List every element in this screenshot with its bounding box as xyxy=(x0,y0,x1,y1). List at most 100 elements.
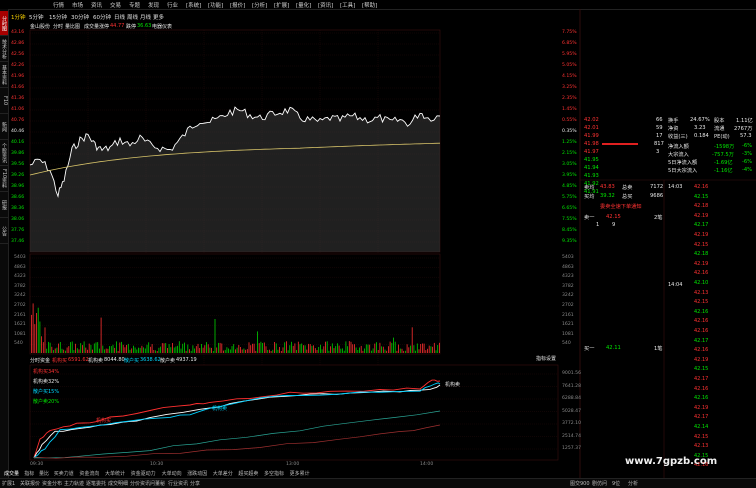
status-main-track[interactable]: 主力轨迹 xyxy=(64,480,84,487)
volume-bar xyxy=(292,345,294,353)
status-trade-detail[interactable]: 成交明细 xyxy=(108,480,128,487)
volume-bar xyxy=(337,343,338,353)
volume-bar xyxy=(263,342,265,353)
volume-tick-right: 5403 xyxy=(562,255,574,260)
tick-price: 42.16 xyxy=(694,270,709,277)
bottom-tab[interactable]: 多空指标 xyxy=(264,470,284,477)
sell-vol-4: 59 xyxy=(656,125,663,131)
volume-bar xyxy=(175,346,177,353)
status-fund-dist[interactable]: 资金分布 xyxy=(42,480,62,487)
volume-bar xyxy=(398,344,399,353)
order-notice[interactable]: 委卖全速下单通知 xyxy=(600,203,642,210)
volume-bar xyxy=(313,345,314,353)
status-right-1[interactable]: 图交900 xyxy=(570,480,590,487)
volume-bar xyxy=(333,348,335,353)
total-buy-label: 总买 xyxy=(622,194,633,200)
tick-price: 42.15 xyxy=(694,241,709,248)
volume-bar xyxy=(286,341,287,353)
status-order-by-order[interactable]: 逐笔委托 xyxy=(86,480,106,487)
price-tick-right: 3.95% xyxy=(562,173,577,178)
volume-bar xyxy=(279,347,280,353)
indicator-settings-button[interactable]: 指标设置 xyxy=(536,355,556,362)
volume-bar xyxy=(160,346,161,353)
status-right-3[interactable]: 9位 xyxy=(612,480,620,487)
buy-price-1: 41.95 xyxy=(584,157,599,163)
volume-bar xyxy=(66,347,68,353)
tick-price: 42.16 xyxy=(694,395,709,402)
bottom-tab[interactable]: 涨跌动因 xyxy=(187,470,207,477)
tick-price: 42.16 xyxy=(694,308,709,315)
avg-sell-label: 卖均 xyxy=(584,185,595,191)
sell-vol-2: 817 xyxy=(654,141,664,147)
status-ask-secretary[interactable]: 问董秘 xyxy=(150,480,165,487)
stat-eps-label: 收益(三) xyxy=(668,134,688,140)
price-tick-right: 7.55% xyxy=(562,217,577,222)
bottom-tab[interactable]: 买卖力道 xyxy=(54,470,74,477)
status-right-4[interactable]: 分析 xyxy=(628,480,638,487)
sell-price-4: 42.01 xyxy=(584,125,599,131)
volume-bar xyxy=(122,344,124,353)
tick-price: 42.13 xyxy=(694,289,709,296)
volume-bar xyxy=(78,349,80,353)
level-buy-count: 1笔 xyxy=(654,346,663,352)
bottom-tab[interactable]: 超买超卖 xyxy=(238,470,258,477)
bottom-tab[interactable]: 大单统计 xyxy=(105,470,125,477)
volume-bar xyxy=(134,347,136,353)
volume-bar xyxy=(284,342,286,353)
tick-price: 42.19 xyxy=(694,212,709,219)
volume-bar xyxy=(309,344,311,353)
bottom-tab[interactable]: 更多累计 xyxy=(290,470,310,477)
status-share[interactable]: 分享 xyxy=(190,480,200,487)
status-right-2[interactable]: 剧仿问 xyxy=(592,480,607,487)
bottom-tab[interactable]: 大单动向 xyxy=(162,470,182,477)
volume-bar xyxy=(304,345,306,353)
status-ext1[interactable]: 扩展1 xyxy=(2,480,15,487)
volume-bar xyxy=(238,345,240,353)
volume-bar xyxy=(316,350,318,353)
volume-bar xyxy=(299,344,301,353)
flow-5d-block-label: 5日大宗流入 xyxy=(668,168,698,174)
bottom-tab[interactable]: 资金流向 xyxy=(79,470,99,477)
volume-bar xyxy=(209,347,211,353)
level-buy-label: 买一 xyxy=(584,346,595,352)
bottom-tab[interactable]: 资金驱动力 xyxy=(131,470,156,477)
bottom-tab[interactable]: 指标 xyxy=(24,470,34,477)
volume-bar xyxy=(416,343,418,353)
volume-bar xyxy=(323,346,325,353)
volume-bar xyxy=(42,342,44,353)
volume-tick-left: 2161 xyxy=(14,312,26,318)
tick-price: 42.18 xyxy=(694,203,709,210)
volume-bar xyxy=(439,342,440,353)
status-linked-quotes[interactable]: 关联报价 xyxy=(20,480,40,487)
volume-bar xyxy=(85,347,87,353)
fund-inst-sell-label: 机构卖 xyxy=(88,358,104,364)
bottom-tab[interactable]: 大单差分 xyxy=(213,470,233,477)
tick-price: 42.17 xyxy=(694,414,709,421)
status-industry-news[interactable]: 行业资讯 xyxy=(168,480,188,487)
volume-bar xyxy=(44,327,46,353)
price-tick-left: 40.46 xyxy=(11,129,25,134)
flow-net-label: 净流入额 xyxy=(668,144,689,150)
volume-bar xyxy=(190,350,192,353)
bottom-tab[interactable]: 成交量 xyxy=(4,470,19,477)
price-tick-left: 39.86 xyxy=(11,151,25,156)
volume-bar xyxy=(93,343,95,353)
volume-bar xyxy=(83,341,85,353)
volume-bar xyxy=(102,345,104,353)
volume-bar xyxy=(253,343,255,353)
volume-bar xyxy=(206,342,207,353)
bottom-tab[interactable]: 量比 xyxy=(39,470,49,477)
fund-legend-retail-buy: 散户买15% xyxy=(33,389,60,395)
tick-price: 42.15 xyxy=(694,433,709,440)
volume-bar xyxy=(124,347,126,353)
fund-line-label-1: 机构买 xyxy=(96,418,112,424)
volume-bar xyxy=(418,349,420,353)
tick-price: 42.19 xyxy=(694,356,709,363)
price-tick-right: 2.35% xyxy=(562,96,577,101)
price-tick-right: 4.85% xyxy=(562,184,577,189)
volume-bar xyxy=(68,346,70,353)
status-price-info[interactable]: 分价资讯 xyxy=(130,480,150,487)
flow-net-value: -1598万 xyxy=(714,144,735,150)
volume-bar xyxy=(207,344,209,353)
volume-bar xyxy=(430,346,432,353)
